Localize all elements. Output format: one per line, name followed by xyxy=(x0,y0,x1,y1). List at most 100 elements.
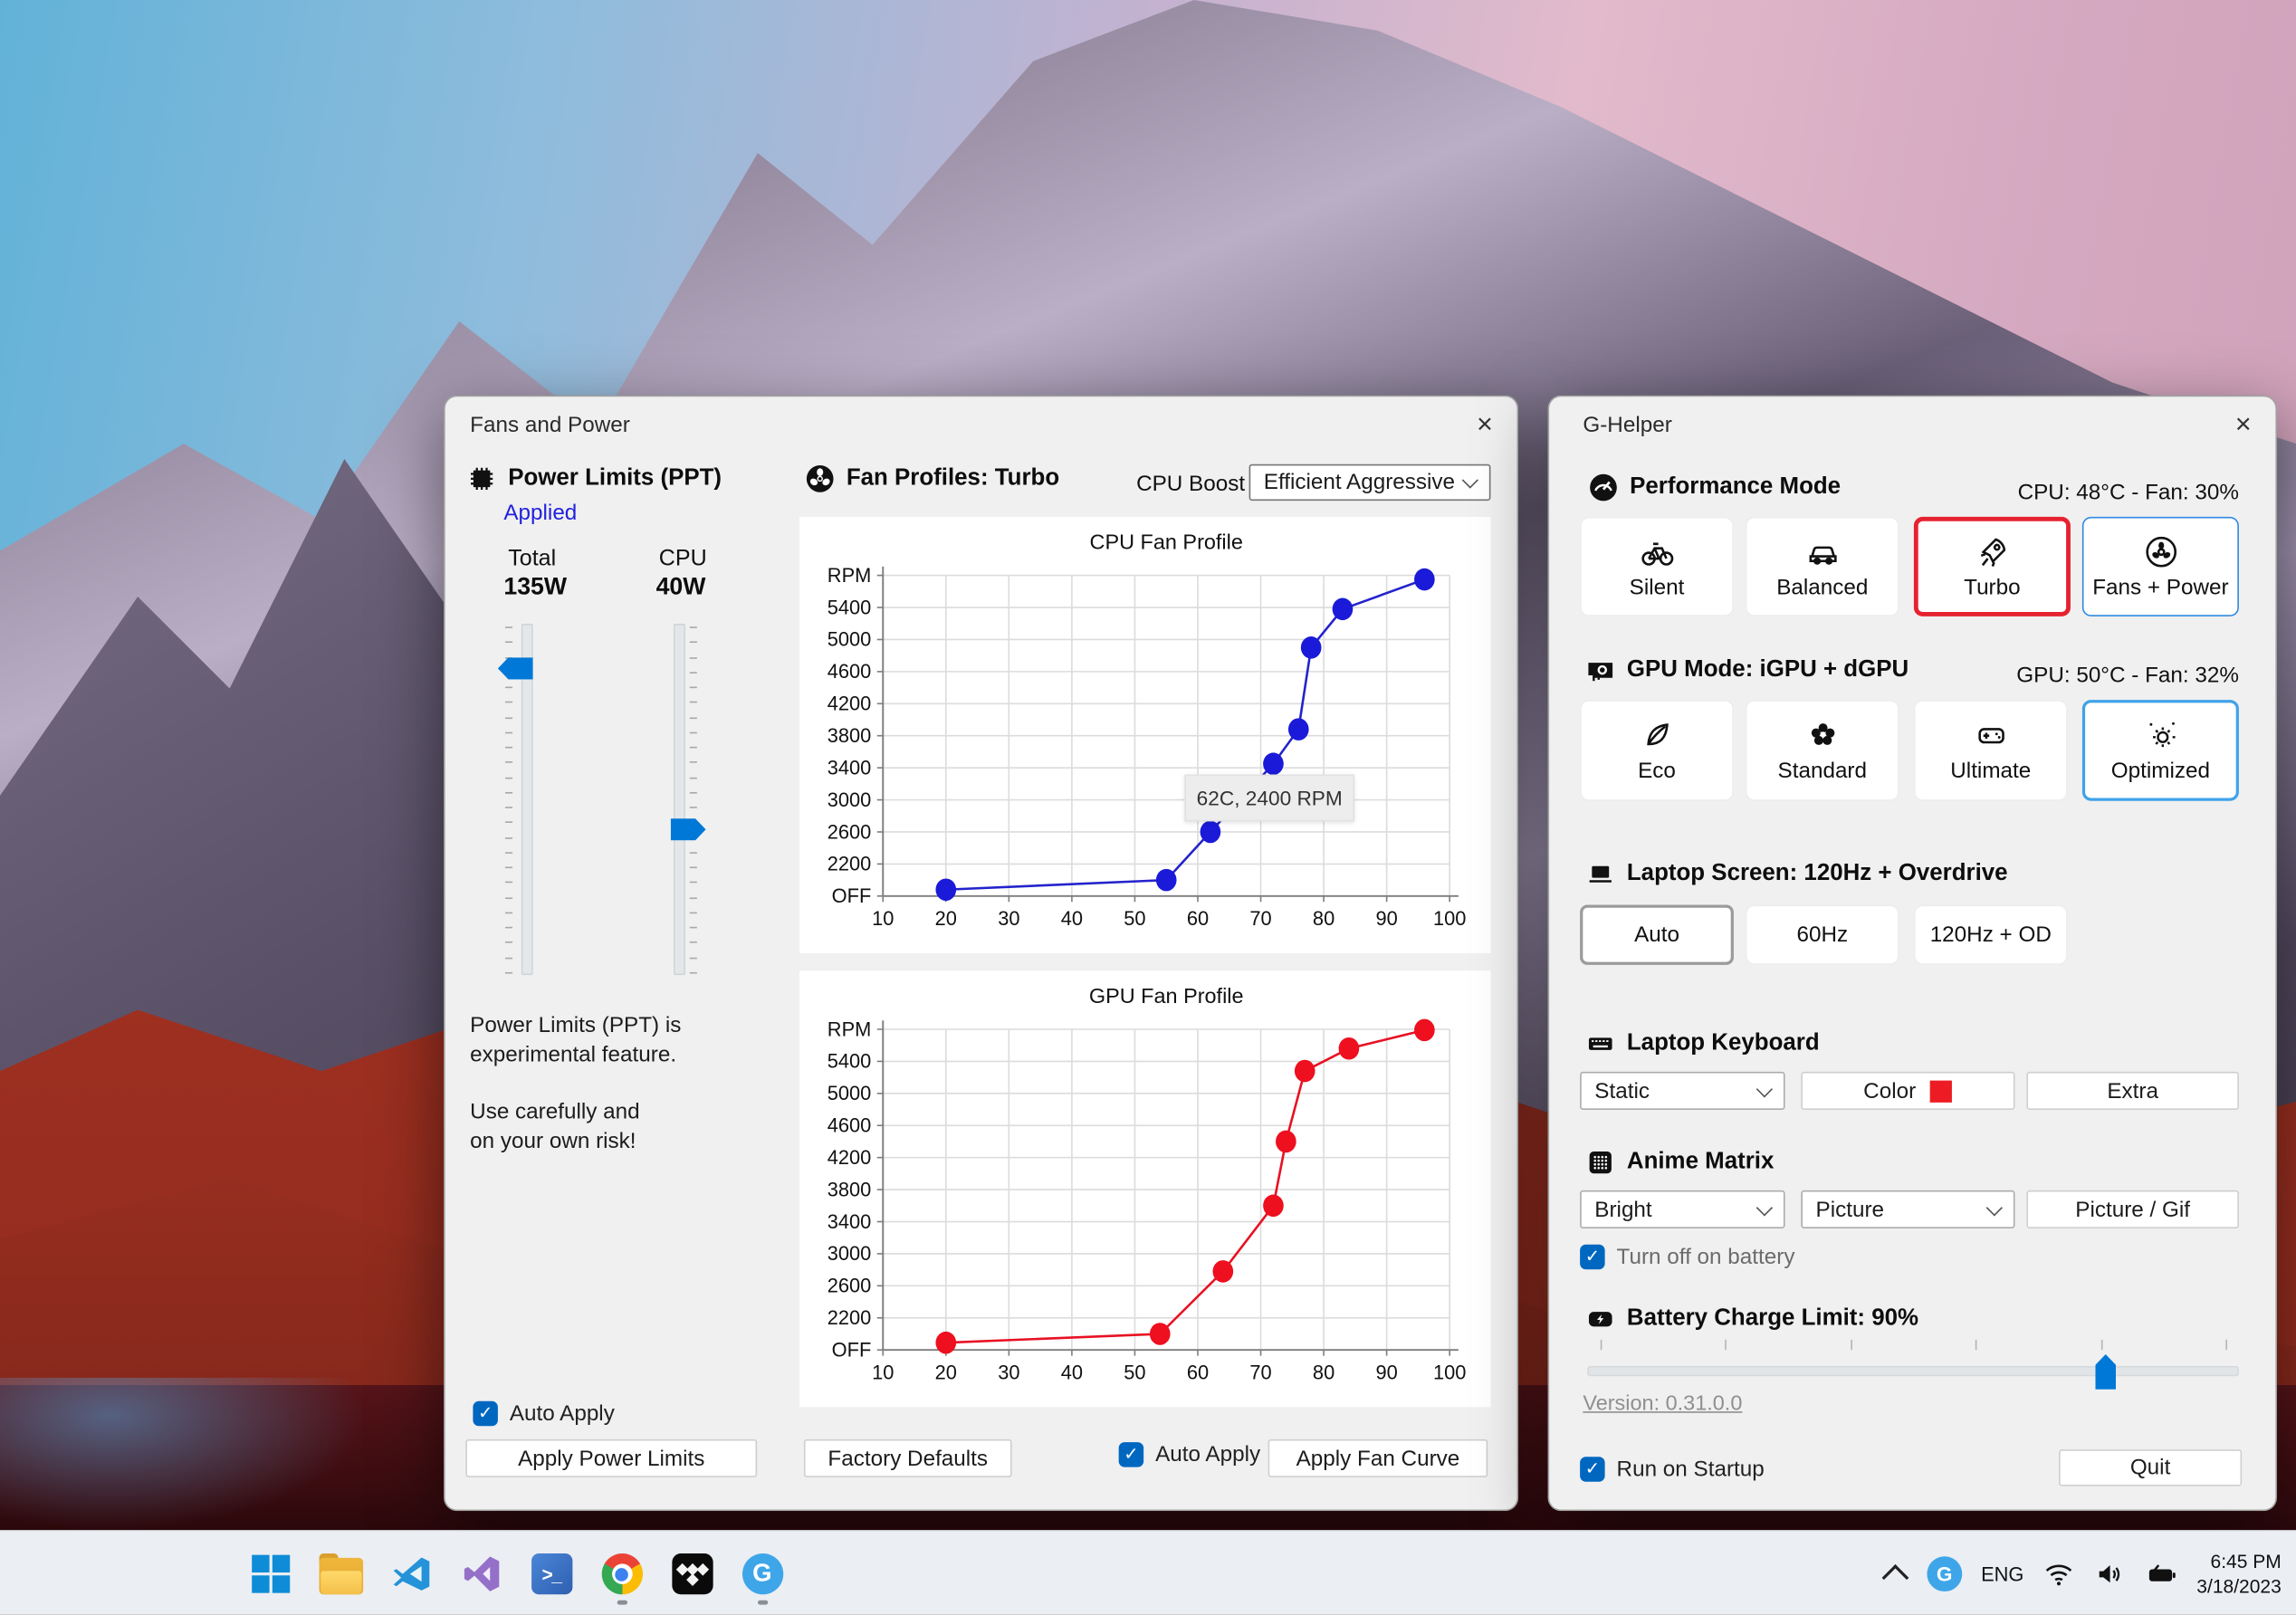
mode-button-balanced[interactable]: Balanced xyxy=(1745,516,1899,616)
cpu-slider-track[interactable] xyxy=(673,623,685,976)
powershell-button[interactable]: >_ xyxy=(522,1542,579,1606)
battery-charging-icon[interactable] xyxy=(2146,1558,2178,1591)
windows-logo-icon xyxy=(251,1554,290,1593)
gpu-mode-header: GPU Mode: iGPU + dGPU xyxy=(1626,657,1909,683)
matrix-content-dropdown[interactable]: Picture xyxy=(1801,1190,2015,1228)
volume-icon[interactable] xyxy=(2094,1558,2127,1591)
clock[interactable]: 6:45 PM 3/18/2023 xyxy=(2196,1549,2282,1599)
screen-button-120hz-od[interactable]: 120Hz + OD xyxy=(1913,904,2068,965)
cpu-boost-dropdown[interactable]: Efficient Aggressive xyxy=(1248,463,1491,502)
svg-text:10: 10 xyxy=(872,907,894,930)
battery-charge-limit-header: Battery Charge Limit: 90% xyxy=(1626,1305,1919,1332)
cpu-slider-ticks xyxy=(689,626,699,974)
svg-text:CPU Fan Profile: CPU Fan Profile xyxy=(1090,530,1243,554)
total-slider-handle[interactable] xyxy=(497,657,533,680)
power-limits-header: Power Limits (PPT) xyxy=(508,465,722,491)
anime-matrix-header: Anime Matrix xyxy=(1626,1149,1775,1175)
battery-slider-handle[interactable] xyxy=(2095,1354,2117,1390)
quit-button[interactable]: Quit xyxy=(2058,1449,2243,1486)
fan-auto-apply-row[interactable]: ✓ Auto Apply xyxy=(1118,1442,1260,1467)
version-link[interactable]: Version: 0.31.0.0 xyxy=(1583,1392,1742,1416)
keyboard-color-button[interactable]: Color xyxy=(1801,1071,2015,1110)
gpu-button-eco[interactable]: Eco xyxy=(1580,700,1734,801)
cpu-chip-icon xyxy=(467,464,496,493)
file-explorer-button[interactable] xyxy=(311,1542,368,1606)
gamepad-icon xyxy=(1973,718,2008,753)
svg-text:30: 30 xyxy=(998,1362,1019,1384)
g-helper-taskbar-button[interactable]: G xyxy=(733,1542,790,1606)
powershell-icon: >_ xyxy=(531,1553,572,1595)
svg-text:50: 50 xyxy=(1124,907,1145,930)
run-on-startup-row[interactable]: ✓ Run on Startup xyxy=(1580,1457,1765,1482)
turn-off-on-battery-checkbox[interactable]: ✓ xyxy=(1580,1244,1605,1270)
close-icon[interactable]: × xyxy=(2223,407,2263,445)
tray-chevron-up-icon[interactable] xyxy=(1881,1563,1909,1591)
screen-button-60hz[interactable]: 60Hz xyxy=(1745,904,1899,965)
power-limits-applied-link[interactable]: Applied xyxy=(503,501,577,525)
svg-text:4200: 4200 xyxy=(828,693,872,715)
power-auto-apply-checkbox[interactable]: ✓ xyxy=(473,1400,498,1427)
media-app-button[interactable] xyxy=(664,1542,721,1606)
cpu-boost-value: Efficient Aggressive xyxy=(1263,470,1456,495)
svg-text:5400: 5400 xyxy=(828,1050,872,1073)
mode-button-turbo[interactable]: Turbo xyxy=(1913,516,2071,616)
ghelper-titlebar[interactable]: G-Helper × xyxy=(1549,397,2275,455)
svg-text:3800: 3800 xyxy=(828,724,872,747)
vscode-button[interactable] xyxy=(382,1542,439,1606)
wifi-icon[interactable] xyxy=(2042,1558,2075,1591)
folder-icon xyxy=(318,1553,363,1595)
close-icon[interactable]: × xyxy=(1464,407,1505,445)
gpu-card-icon xyxy=(1586,656,1615,685)
turn-off-on-battery-label: Turn off on battery xyxy=(1616,1244,1795,1270)
cpu-label: CPU xyxy=(658,546,707,571)
cpu-slider-handle[interactable] xyxy=(670,818,706,841)
total-power-slider[interactable] xyxy=(496,623,555,976)
keyboard-extra-button[interactable]: Extra xyxy=(2026,1071,2239,1110)
fan-auto-apply-checkbox[interactable]: ✓ xyxy=(1118,1442,1144,1467)
matrix-picture-gif-button[interactable]: Picture / Gif xyxy=(2026,1190,2239,1228)
laptop-icon xyxy=(1586,859,1615,888)
fan-outline-icon xyxy=(2143,534,2178,569)
matrix-brightness-dropdown[interactable]: Bright xyxy=(1580,1190,1785,1228)
svg-text:10: 10 xyxy=(872,1362,894,1384)
mode-button-silent[interactable]: Silent xyxy=(1580,516,1734,616)
desktop-screen: Fans and Power × Power Limits (PPT) Appl… xyxy=(0,0,2296,1615)
battery-bolt-icon xyxy=(1586,1304,1615,1333)
svg-text:4600: 4600 xyxy=(828,1114,872,1137)
gpu-button-ultimate[interactable]: Ultimate xyxy=(1913,700,2068,801)
start-button[interactable] xyxy=(242,1542,299,1606)
svg-text:40: 40 xyxy=(1061,1362,1083,1384)
battery-limit-slider[interactable] xyxy=(1587,1339,2239,1390)
svg-text:2600: 2600 xyxy=(828,820,872,843)
apply-fan-curve-button[interactable]: Apply Fan Curve xyxy=(1268,1438,1488,1477)
battery-slider-track[interactable] xyxy=(1587,1365,2239,1377)
chevron-down-icon xyxy=(1755,1080,1774,1097)
g-helper-tray-icon[interactable]: G xyxy=(1927,1556,1963,1592)
tray-date: 3/18/2023 xyxy=(2196,1575,2282,1598)
gpu-fan-curve-chart[interactable]: 10 20 30 40 50 60 70 80 90 100 OFF 2200 2600 3000 3400… xyxy=(799,970,1490,1407)
svg-text:30: 30 xyxy=(998,907,1019,930)
power-auto-apply-row[interactable]: ✓ Auto Apply xyxy=(473,1400,615,1427)
run-on-startup-checkbox[interactable]: ✓ xyxy=(1580,1457,1605,1482)
svg-text:90: 90 xyxy=(1375,907,1397,930)
svg-text:2200: 2200 xyxy=(828,1306,872,1329)
language-indicator[interactable]: ENG xyxy=(1981,1563,2023,1585)
cpu-fan-curve-chart[interactable]: 10 20 30 40 50 60 70 80 90 100 OFF 2200 2600 3000 3400… xyxy=(799,517,1490,953)
keyboard-mode-dropdown[interactable]: Static xyxy=(1580,1071,1785,1110)
visual-studio-button[interactable] xyxy=(453,1542,510,1606)
gpu-button-standard[interactable]: Standard xyxy=(1745,700,1899,801)
keyboard-icon xyxy=(1586,1029,1615,1058)
fans-window-titlebar[interactable]: Fans and Power × xyxy=(445,397,1517,455)
screen-button-auto[interactable]: Auto xyxy=(1580,904,1734,965)
fan-profiles-header: Fan Profiles: Turbo xyxy=(846,465,1060,491)
gpu-button-optimized[interactable]: Optimized xyxy=(2081,700,2239,801)
chrome-button[interactable] xyxy=(593,1542,650,1606)
cpu-power-slider[interactable] xyxy=(648,623,707,976)
rocket-icon xyxy=(1975,534,2010,569)
apply-power-limits-button[interactable]: Apply Power Limits xyxy=(465,1438,758,1477)
factory-defaults-button[interactable]: Factory Defaults xyxy=(803,1438,1012,1477)
matrix-battery-checkbox-row[interactable]: ✓ Turn off on battery xyxy=(1580,1244,1795,1270)
chevron-down-icon xyxy=(1461,472,1478,489)
mode-button-fans-power[interactable]: Fans + Power xyxy=(2081,516,2239,616)
cpu-fan-chart-panel: 10 20 30 40 50 60 70 80 90 100 OFF 2200 2600 3000 3400… xyxy=(799,516,1491,953)
